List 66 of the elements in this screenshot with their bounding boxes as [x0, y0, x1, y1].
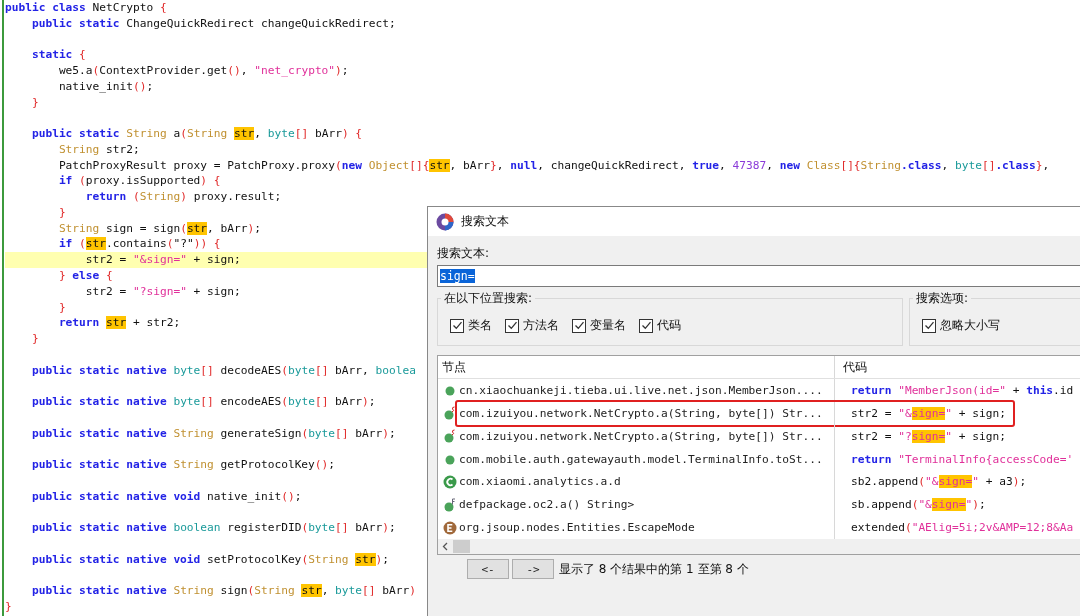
code-line: public static native boolean registerDID(byte[] bArr);: [30, 520, 396, 537]
code-line: String str2;: [57, 141, 140, 158]
class-icon: [442, 474, 457, 489]
result-node-cell[interactable]: com.izuiyou.network.NetCrypto.a(String, byte[]) Str...: [459, 429, 834, 443]
code-line: } else {: [57, 268, 113, 284]
result-node-cell[interactable]: com.mobile.auth.gatewayauth.model.TerminalInfo.toSt...: [459, 452, 834, 466]
search-field[interactable]: sign=: [437, 265, 1080, 287]
checkbox-label: 类名: [468, 317, 492, 334]
previous-button[interactable]: <-: [467, 559, 509, 579]
code-line: public static native byte[] encodeAES(byte[] bArr);: [30, 394, 376, 410]
checkbox-label: 方法名: [523, 317, 559, 334]
code-line: public static native void native_init();: [30, 488, 302, 505]
code-line: we5.a(ContextProvider.get(), "net_crypto");: [57, 63, 349, 79]
checkbox[interactable]: [572, 318, 586, 333]
code-line: public static native String getProtocolKey();: [30, 457, 336, 473]
code-line: }: [5, 599, 12, 615]
code-line: public static native byte[] decodeAES(byte[] bArr, boolea: [30, 362, 416, 379]
code-line: public static native String sign(String str, byte[] bArr): [30, 583, 416, 600]
result-node-cell[interactable]: defpackage.oc2.a() String>: [459, 498, 834, 512]
dialog-title: 搜索文本: [461, 213, 509, 230]
code-cell: str2 = "?sign=" + sign;: [834, 424, 1080, 448]
code-cell: return "TerminalInfo{accessCode=': [834, 447, 1080, 471]
enum-icon: [442, 520, 457, 535]
code-line: }: [57, 204, 66, 221]
result-node-cell[interactable]: com.xiaomi.analytics.a.d: [459, 475, 834, 489]
app-logo-icon: [436, 212, 454, 231]
checkbox[interactable]: [450, 318, 464, 333]
scrollbar-thumb[interactable]: [453, 540, 470, 553]
code-line: }: [30, 331, 39, 347]
code-cell: return "MemberJson(id=" + this.id: [834, 379, 1080, 402]
code-line: str2 = "?sign=" + sign;: [84, 283, 241, 300]
result-node-cell[interactable]: org.jsoup.nodes.Entities.EscapeMode: [459, 521, 834, 535]
code-line: static {: [30, 47, 86, 64]
next-button[interactable]: ->: [512, 559, 554, 579]
horizontal-scrollbar[interactable]: [438, 539, 1080, 554]
group-label: 在以下位置搜索:: [443, 290, 534, 307]
column-header[interactable]: 节点: [438, 356, 834, 378]
result-node-cell[interactable]: com.izuiyou.network.NetCrypto.a(String, byte[]) Str...: [459, 406, 834, 420]
code-line: native_init();: [57, 78, 154, 95]
checkbox-label: 代码: [657, 317, 681, 334]
checkbox[interactable]: [922, 318, 936, 333]
code-line: return str + str2;: [57, 315, 181, 332]
code-line: }: [57, 299, 66, 316]
checkbox[interactable]: [505, 318, 519, 333]
code-line: public static String a(String str, byte[] bArr) {: [30, 126, 363, 142]
search-label: 搜索文本:: [437, 245, 490, 262]
result-count-text: 显示了 8 个结果中的第 1 至第 8 个: [559, 560, 749, 578]
code-line: public class NetCrypto {: [5, 0, 167, 16]
code-line: public static native void setProtocolKey(String str);: [30, 551, 389, 568]
code-line: }: [30, 94, 39, 111]
static-method-icon: [443, 406, 456, 421]
static-method-icon: [443, 429, 456, 444]
checkbox-label: 变量名: [590, 317, 626, 334]
code-line: if (str.contains("?")) {: [57, 236, 221, 253]
code-line: return (String) proxy.result;: [84, 189, 282, 205]
group-label: 搜索选项:: [915, 290, 970, 307]
code-line: PatchProxyResult proxy = PatchProxy.proxy(new Object[]{str, bArr}, null, changeQuickRedirect, true, 47387, new Class[]{String.class, byte[].class},: [57, 157, 1050, 174]
code-line: public static ChangeQuickRedirect changeQuickRedirect;: [30, 15, 396, 32]
result-node-cell[interactable]: cn.xiaochuankeji.tieba.ui.live.net.json.MemberJson....: [459, 383, 834, 397]
code-line: String sign = sign(str, bArr);: [57, 220, 261, 237]
code-line: if (proxy.isSupported) {: [57, 173, 221, 190]
checkbox[interactable]: [639, 318, 653, 333]
checkbox-label: 忽略大小写: [940, 317, 1000, 334]
code-line: public static native String generateSign(byte[] bArr);: [30, 425, 396, 442]
column-header[interactable]: 代码: [834, 356, 1080, 378]
final-method-icon: [443, 497, 456, 512]
